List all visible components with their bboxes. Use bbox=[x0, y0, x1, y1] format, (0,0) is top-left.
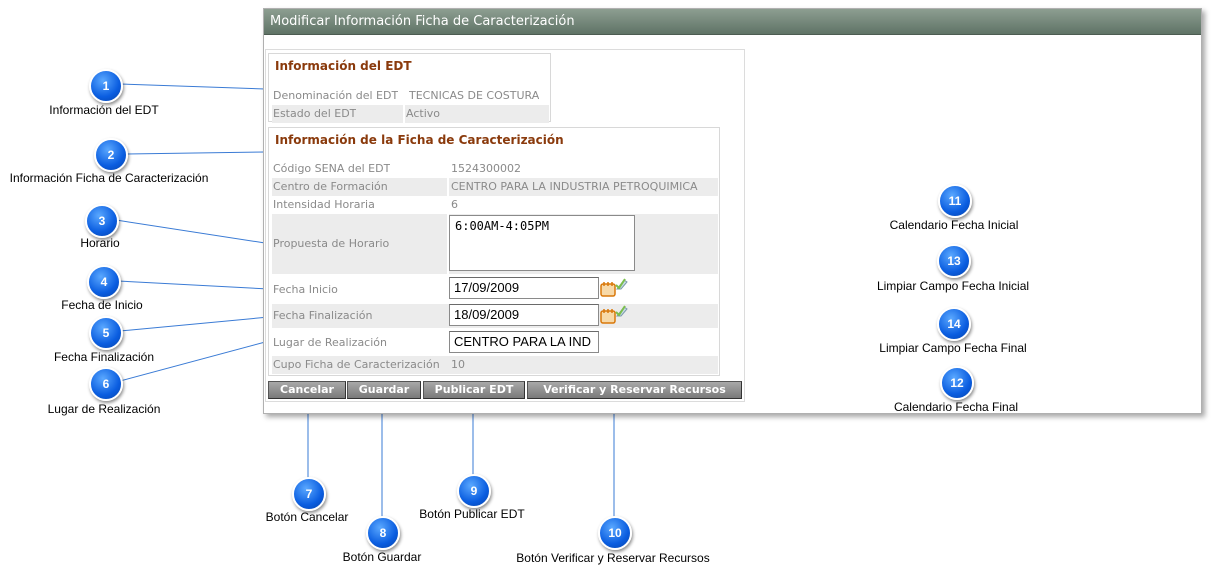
callout-marker: 14 bbox=[937, 307, 971, 341]
callout-caption: Fecha de Inicio bbox=[61, 298, 143, 312]
callout-marker: 6 bbox=[89, 367, 123, 401]
centro-row: Centro de Formación CENTRO PARA LA INDUS… bbox=[272, 178, 718, 196]
edt-info-box: Información del EDT Denominación del EDT… bbox=[268, 53, 551, 123]
callout-marker: 9 bbox=[457, 474, 491, 508]
fecha-fin-input[interactable]: 18/09/2009 bbox=[449, 304, 599, 326]
edt-section-title: Información del EDT bbox=[275, 59, 412, 73]
edt-status-value: Activo bbox=[406, 107, 440, 120]
callout-marker: 2 bbox=[94, 138, 128, 172]
callout-caption: Botón Publicar EDT bbox=[419, 507, 525, 521]
callout-marker: 3 bbox=[85, 204, 119, 238]
edt-name-row: Denominación del EDT TECNICAS DE COSTURA bbox=[272, 87, 549, 105]
callout-caption: Limpiar Campo Fecha Inicial bbox=[876, 279, 1030, 293]
callout-marker: 8 bbox=[366, 516, 400, 550]
ficha-section-title: Información de la Ficha de Caracterizaci… bbox=[275, 133, 564, 147]
callout-caption: Lugar de Realización bbox=[47, 402, 161, 416]
window-title: Modificar Información Ficha de Caracteri… bbox=[264, 9, 1201, 35]
cupo-row: Cupo Ficha de Caracterización 10 bbox=[272, 356, 718, 374]
clear-field-icon[interactable] bbox=[615, 304, 629, 318]
fecha-inicio-input[interactable]: 17/09/2009 bbox=[449, 277, 599, 299]
fecha-inicio-label: Fecha Inicio bbox=[273, 283, 338, 296]
lugar-label: Lugar de Realización bbox=[273, 336, 387, 349]
callout-marker: 12 bbox=[940, 366, 974, 400]
codigo-label: Código SENA del EDT bbox=[273, 162, 391, 175]
callout-marker: 13 bbox=[937, 244, 971, 278]
calendar-icon[interactable] bbox=[600, 308, 616, 324]
callout-marker: 1 bbox=[89, 69, 123, 103]
lugar-input[interactable]: CENTRO PARA LA IND bbox=[449, 331, 599, 353]
callout-caption: Información del EDT bbox=[49, 103, 159, 117]
clear-field-icon[interactable] bbox=[615, 277, 629, 291]
callout-caption: Fecha Finalización bbox=[53, 350, 155, 364]
callout-marker: 5 bbox=[89, 316, 123, 350]
callout-marker: 4 bbox=[87, 265, 121, 299]
edt-name-value: TECNICAS DE COSTURA bbox=[409, 89, 540, 102]
intensidad-value: 6 bbox=[451, 198, 458, 211]
callout-caption: Limpiar Campo Fecha Final bbox=[879, 341, 1027, 355]
callout-caption: Horario bbox=[80, 236, 120, 250]
save-button[interactable]: Guardar bbox=[347, 381, 421, 399]
centro-label: Centro de Formación bbox=[273, 180, 388, 193]
codigo-row: Código SENA del EDT 1524300002 bbox=[272, 160, 718, 178]
publish-edt-button[interactable]: Publicar EDT bbox=[423, 381, 525, 399]
horario-textarea[interactable]: 6:00AM-4:05PM bbox=[449, 215, 635, 271]
edt-name-label: Denominación del EDT bbox=[273, 89, 399, 102]
callout-marker: 11 bbox=[938, 184, 972, 218]
centro-value: CENTRO PARA LA INDUSTRIA PETROQUIMICA bbox=[451, 180, 698, 193]
fecha-fin-label: Fecha Finalización bbox=[273, 309, 373, 322]
intensidad-row: Intensidad Horaria 6 bbox=[272, 196, 718, 214]
callout-caption: Información Ficha de Caracterización bbox=[9, 171, 209, 185]
callout-caption: Botón Cancelar bbox=[265, 510, 349, 524]
callout-caption: Calendario Fecha Final bbox=[893, 400, 1019, 414]
callout-marker: 10 bbox=[598, 516, 632, 550]
cupo-value: 10 bbox=[451, 358, 465, 371]
edt-status-label: Estado del EDT bbox=[273, 107, 357, 120]
intensidad-label: Intensidad Horaria bbox=[273, 198, 375, 211]
codigo-value: 1524300002 bbox=[451, 162, 521, 175]
callout-caption: Calendario Fecha Inicial bbox=[889, 218, 1019, 232]
verify-reserve-button[interactable]: Verificar y Reservar Recursos bbox=[527, 381, 742, 399]
callout-marker: 7 bbox=[292, 477, 326, 511]
horario-label: Propuesta de Horario bbox=[273, 237, 390, 250]
callout-caption: Botón Guardar bbox=[342, 550, 422, 564]
cancel-button[interactable]: Cancelar bbox=[268, 381, 346, 399]
edt-status-row: Estado del EDT Activo bbox=[272, 105, 549, 123]
calendar-icon[interactable] bbox=[600, 281, 616, 297]
callout-caption: Botón Verificar y Reservar Recursos bbox=[516, 551, 710, 565]
cupo-label: Cupo Ficha de Caracterización bbox=[273, 358, 440, 371]
